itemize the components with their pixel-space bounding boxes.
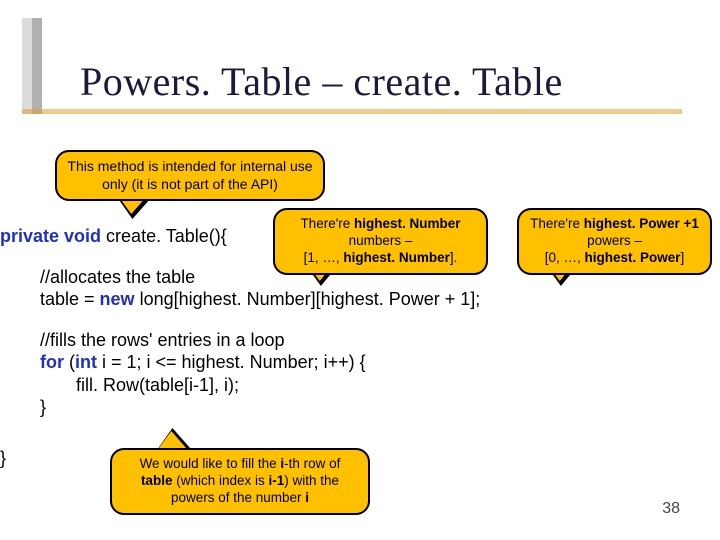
kw-int: int (75, 352, 97, 372)
code-text: create. Table(){ (101, 226, 227, 246)
callout-text-bold: i-1 (269, 473, 285, 488)
code-comment-allocate: //allocates the table (40, 266, 720, 289)
kw-new: new (100, 289, 135, 309)
code-text: table = (40, 289, 100, 309)
kw-void: void (59, 226, 101, 246)
callout-text-bold: table (141, 473, 173, 488)
code-line-for: for (int i = 1; i <= highest. Number; i+… (40, 351, 720, 374)
code-line-brace: } (40, 396, 720, 419)
callout-text: We would like to fill the (140, 456, 281, 471)
header-underline (22, 109, 682, 114)
slide-header: Powers. Table – create. Table (0, 18, 720, 114)
code-block: private void create. Table(){ //allocate… (0, 225, 720, 469)
code-line-signature: private void create. Table(){ (0, 225, 720, 248)
callout-text: This method is intended for internal use… (67, 158, 312, 192)
callout-text: -th row of (284, 456, 340, 471)
slide-title: Powers. Table – create. Table (80, 58, 563, 105)
code-text: ( (64, 352, 75, 372)
kw-private: private (0, 226, 59, 246)
page-number: 38 (662, 500, 680, 518)
code-line-fillrow: fill. Row(table[i-1], i); (76, 374, 720, 397)
callout-text-bold: i (305, 490, 309, 505)
callout-internal-use: This method is intended for internal use… (55, 150, 325, 201)
code-text: long[highest. Number][highest. Power + 1… (135, 289, 481, 309)
code-comment-fill: //fills the rows' entries in a loop (40, 329, 720, 352)
header-accent-bar-dark (32, 18, 42, 114)
callout-fill-row: We would like to fill the i -th row of ta… (110, 448, 370, 515)
code-line-allocate: table = new long[highest. Number][highes… (40, 288, 720, 311)
kw-for: for (40, 352, 64, 372)
header-accent-bar-light (22, 18, 32, 114)
callout-text: (which index is (172, 473, 268, 488)
code-text: i = 1; i <= highest. Number; i++) { (97, 352, 366, 372)
